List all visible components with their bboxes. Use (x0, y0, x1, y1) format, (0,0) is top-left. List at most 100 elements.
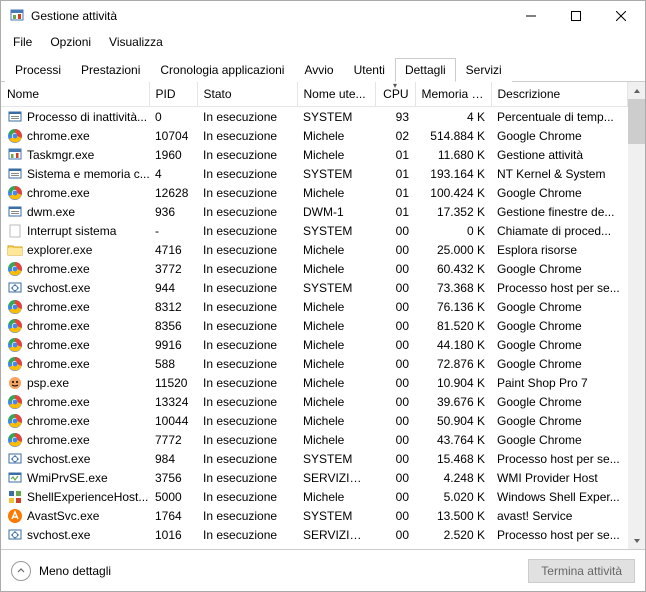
cell-status: In esecuzione (197, 354, 297, 373)
cell-pid: 944 (149, 278, 197, 297)
menu-options[interactable]: Opzioni (42, 33, 99, 51)
table-row[interactable]: Processo di inattività...0In esecuzioneS… (1, 107, 628, 127)
fewer-details-button[interactable]: Meno dettagli (11, 561, 111, 581)
table-row[interactable]: svchost.exe944In esecuzioneSYSTEM0073.36… (1, 278, 628, 297)
cell-status: In esecuzione (197, 487, 297, 506)
cell-user: SYSTEM (297, 278, 375, 297)
tab-performance[interactable]: Prestazioni (71, 58, 150, 82)
column-headers: Nome PID Stato Nome ute... ▾CPU Memoria … (1, 82, 628, 107)
table-row[interactable]: Interrupt sistema-In esecuzioneSYSTEM000… (1, 221, 628, 240)
col-description[interactable]: Descrizione (491, 82, 628, 107)
table-row[interactable]: chrome.exe7772In esecuzioneMichele0043.7… (1, 430, 628, 449)
menubar: File Opzioni Visualizza (1, 31, 645, 53)
col-status[interactable]: Stato (197, 82, 297, 107)
process-name: Sistema e memoria c... (27, 167, 149, 181)
tab-app-history[interactable]: Cronologia applicazioni (150, 58, 294, 82)
col-pid[interactable]: PID (149, 82, 197, 107)
titlebar[interactable]: Gestione attività (1, 1, 645, 31)
tab-users[interactable]: Utenti (344, 58, 395, 82)
process-icon (7, 375, 23, 391)
process-name: ShellExperienceHost.... (27, 490, 149, 504)
table-row[interactable]: Sistema e memoria c...4In esecuzioneSYST… (1, 164, 628, 183)
table-row[interactable]: chrome.exe588In esecuzioneMichele0072.87… (1, 354, 628, 373)
table-row[interactable]: chrome.exe8356In esecuzioneMichele0081.5… (1, 316, 628, 335)
cell-status: In esecuzione (197, 373, 297, 392)
vertical-scrollbar[interactable] (628, 82, 645, 549)
close-button[interactable] (598, 2, 643, 31)
cell-pid: 10704 (149, 126, 197, 145)
cell-status: In esecuzione (197, 506, 297, 525)
cell-description: Windows Shell Exper... (491, 487, 628, 506)
process-name: chrome.exe (27, 129, 90, 143)
cell-memory: 25.000 K (415, 240, 491, 259)
cell-cpu: 01 (375, 145, 415, 164)
table-row[interactable]: chrome.exe10704In esecuzioneMichele02514… (1, 126, 628, 145)
cell-description: Google Chrome (491, 392, 628, 411)
cell-user: SYSTEM (297, 449, 375, 468)
table-row[interactable]: chrome.exe10044In esecuzioneMichele0050.… (1, 411, 628, 430)
cell-memory: 72.876 K (415, 354, 491, 373)
scroll-down-icon[interactable] (628, 532, 645, 549)
chevron-up-icon (11, 561, 31, 581)
cell-status: In esecuzione (197, 183, 297, 202)
col-name[interactable]: Nome (1, 82, 149, 107)
table-row[interactable]: psp.exe11520In esecuzioneMichele0010.904… (1, 373, 628, 392)
tab-processes[interactable]: Processi (5, 58, 71, 82)
cell-cpu: 00 (375, 392, 415, 411)
cell-description: WMI Provider Host (491, 468, 628, 487)
cell-memory: 76.136 K (415, 297, 491, 316)
tab-details[interactable]: Dettagli (395, 58, 456, 82)
table-row[interactable]: dwm.exe936In esecuzioneDWM-10117.352 KGe… (1, 202, 628, 221)
table-row[interactable]: ShellExperienceHost....5000In esecuzione… (1, 487, 628, 506)
table-row[interactable]: svchost.exe984In esecuzioneSYSTEM0015.46… (1, 449, 628, 468)
process-name: chrome.exe (27, 414, 90, 428)
scroll-track[interactable] (628, 99, 645, 532)
process-icon (7, 261, 23, 277)
cell-cpu: 00 (375, 430, 415, 449)
table-row[interactable]: chrome.exe13324In esecuzioneMichele0039.… (1, 392, 628, 411)
table-row[interactable]: chrome.exe12628In esecuzioneMichele01100… (1, 183, 628, 202)
table-row[interactable]: AvastSvc.exe1764In esecuzioneSYSTEM0013.… (1, 506, 628, 525)
cell-status: In esecuzione (197, 468, 297, 487)
cell-pid: 3772 (149, 259, 197, 278)
menu-file[interactable]: File (5, 33, 40, 51)
cell-pid: 0 (149, 107, 197, 127)
cell-cpu: 00 (375, 468, 415, 487)
scroll-thumb[interactable] (628, 99, 645, 144)
col-memory[interactable]: Memoria (... (415, 82, 491, 107)
cell-memory: 5.020 K (415, 487, 491, 506)
cell-memory: 17.352 K (415, 202, 491, 221)
cell-cpu: 00 (375, 335, 415, 354)
process-icon (7, 432, 23, 448)
menu-view[interactable]: Visualizza (101, 33, 171, 51)
table-row[interactable]: svchost.exe1016In esecuzioneSERVIZIO L..… (1, 525, 628, 544)
col-cpu[interactable]: ▾CPU (375, 82, 415, 107)
cell-memory: 2.520 K (415, 525, 491, 544)
process-icon (7, 299, 23, 315)
cell-user: Michele (297, 126, 375, 145)
cell-pid: 3756 (149, 468, 197, 487)
cell-user: SYSTEM (297, 107, 375, 127)
cell-description: Paint Shop Pro 7 (491, 373, 628, 392)
cell-description: Google Chrome (491, 297, 628, 316)
cell-status: In esecuzione (197, 411, 297, 430)
maximize-button[interactable] (553, 2, 598, 31)
col-username[interactable]: Nome ute... (297, 82, 375, 107)
table-row[interactable]: chrome.exe8312In esecuzioneMichele0076.1… (1, 297, 628, 316)
cell-user: Michele (297, 259, 375, 278)
tab-services[interactable]: Servizi (456, 58, 512, 82)
table-row[interactable]: chrome.exe9916In esecuzioneMichele0044.1… (1, 335, 628, 354)
process-grid[interactable]: Nome PID Stato Nome ute... ▾CPU Memoria … (1, 82, 628, 549)
process-name: chrome.exe (27, 433, 90, 447)
process-name: svchost.exe (27, 528, 90, 542)
minimize-button[interactable] (508, 2, 553, 31)
table-row[interactable]: Taskmgr.exe1960In esecuzioneMichele0111.… (1, 145, 628, 164)
scroll-up-icon[interactable] (628, 82, 645, 99)
cell-memory: 100.424 K (415, 183, 491, 202)
table-row[interactable]: explorer.exe4716In esecuzioneMichele0025… (1, 240, 628, 259)
table-row[interactable]: WmiPrvSE.exe3756In esecuzioneSERVIZIO ..… (1, 468, 628, 487)
end-task-button[interactable]: Termina attività (528, 559, 635, 583)
cell-memory: 4.248 K (415, 468, 491, 487)
tab-startup[interactable]: Avvio (294, 58, 343, 82)
table-row[interactable]: chrome.exe3772In esecuzioneMichele0060.4… (1, 259, 628, 278)
